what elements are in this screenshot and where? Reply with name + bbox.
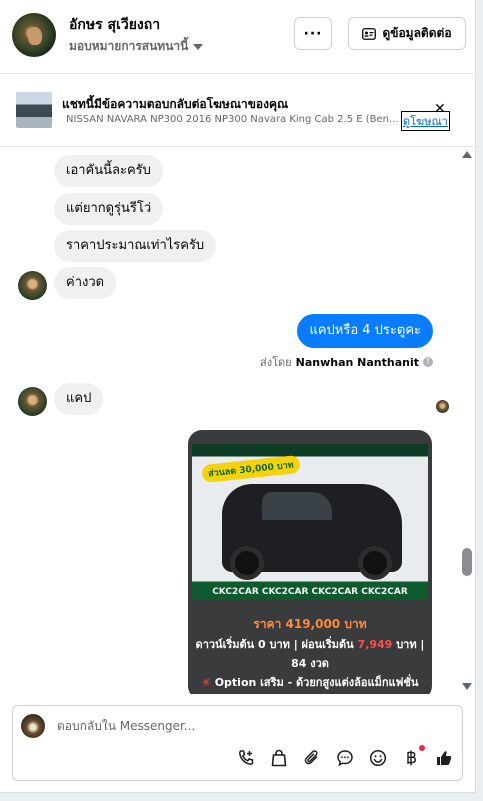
ad-reply-banner: แชทนี้มีข้อความตอบกลับต่อโฆษณาของคุณ NIS… xyxy=(0,75,475,147)
view-contact-info-button[interactable]: ดูข้อมูลติดต่อ xyxy=(348,17,466,50)
contact-name[interactable]: อักษร สุเวียงถา xyxy=(69,14,160,36)
sent-by-prefix: ส่งโดย xyxy=(260,356,292,369)
ad-banner-title: แชทนี้มีข้อความตอบกลับต่อโฆษณาของคุณ xyxy=(62,97,289,111)
composer-toolbar xyxy=(236,745,454,768)
product-card[interactable]: ส่วนลด 30,000 บาท CKC2CAR CKC2CAR CKC2CA… xyxy=(188,430,432,694)
baht-icon[interactable] xyxy=(401,745,425,768)
ad-thumbnail xyxy=(16,92,52,128)
sent-by-label: ส่งโดย Nanwhan Nanthanit ? xyxy=(260,353,433,371)
more-options-button[interactable]: ··· xyxy=(294,17,332,50)
contact-card-icon xyxy=(362,27,377,40)
incoming-message[interactable]: แคป xyxy=(54,383,104,415)
product-image: ส่วนลด 30,000 บาท CKC2CAR CKC2CAR CKC2CA… xyxy=(192,444,428,600)
smiley-icon[interactable] xyxy=(368,748,388,768)
assign-conversation-dropdown[interactable]: มอบหมายการสนทนานี้ xyxy=(69,37,204,56)
incoming-message[interactable]: แต่ยากดูรุ่นรีโว่ xyxy=(54,193,164,225)
incoming-message[interactable]: เอาคันนี้ละครับ xyxy=(54,155,163,187)
assign-label: มอบหมายการสนทนานี้ xyxy=(69,39,189,53)
scroll-down-arrow[interactable] xyxy=(462,683,472,690)
option-line: ✳ Option เสริม - ด้วยกสูงแต่งล้อแม็กแฟชั… xyxy=(201,676,419,689)
product-price: ราคา 419,000 บาท xyxy=(253,617,367,631)
notification-dot xyxy=(419,745,425,751)
seen-avatar xyxy=(436,400,449,413)
incoming-message[interactable]: ราคาประมาณเท่าไรครับ xyxy=(54,230,217,262)
chat-bubble-icon[interactable] xyxy=(335,748,355,768)
thumbs-up-icon[interactable] xyxy=(434,748,454,768)
message-list: เอาคันนี้ละครับ แต่ยากดูรุ่นรีโว่ ราคาปร… xyxy=(0,148,475,694)
avatar[interactable] xyxy=(12,13,56,57)
down-payment-line: ดาวน์เริ่มต้น 0 บาท | ผ่อนเริ่มต้น 7,949… xyxy=(195,638,425,651)
image-banner: CKC2CAR CKC2CAR CKC2CAR CKC2CAR xyxy=(192,584,428,600)
view-ad-link[interactable]: ดูโฆษณา xyxy=(401,111,450,131)
avatar xyxy=(18,387,47,416)
info-icon[interactable]: ? xyxy=(423,357,433,367)
incoming-message[interactable]: ค่างวด xyxy=(54,267,117,299)
conversation-panel: อักษร สุเวียงถา มอบหมายการสนทนานี้ ··· ด… xyxy=(0,0,476,793)
page-avatar xyxy=(21,714,45,738)
paperclip-icon[interactable] xyxy=(302,748,322,768)
discount-badge: ส่วนลด 30,000 บาท xyxy=(201,454,301,484)
conversation-header: อักษร สุเวียงถา มอบหมายการสนทนานี้ ··· ด… xyxy=(0,0,475,74)
avatar xyxy=(18,271,47,300)
message-composer xyxy=(12,705,463,781)
phone-plus-icon[interactable] xyxy=(236,748,256,768)
reply-input[interactable] xyxy=(57,719,437,733)
outgoing-message[interactable]: แคปหรือ 4 ประตูคะ xyxy=(297,314,433,348)
truck-image xyxy=(222,484,402,580)
scrollbar-thumb[interactable] xyxy=(462,548,472,576)
sender-name: Nanwhan Nanthanit xyxy=(295,355,419,369)
ad-banner-subtitle: NISSAN NAVARA NP300 2016 NP300 Navara Ki… xyxy=(62,114,397,125)
ad-name: NISSAN NAVARA NP300 2016 NP300 Navara Ki… xyxy=(66,114,397,125)
scroll-up-arrow[interactable] xyxy=(462,151,472,158)
installments-line: 84 งวด xyxy=(291,657,329,670)
contact-info-label: ดูข้อมูลติดต่อ xyxy=(382,26,452,40)
caret-down-icon xyxy=(193,43,204,50)
bag-icon[interactable] xyxy=(269,748,289,768)
